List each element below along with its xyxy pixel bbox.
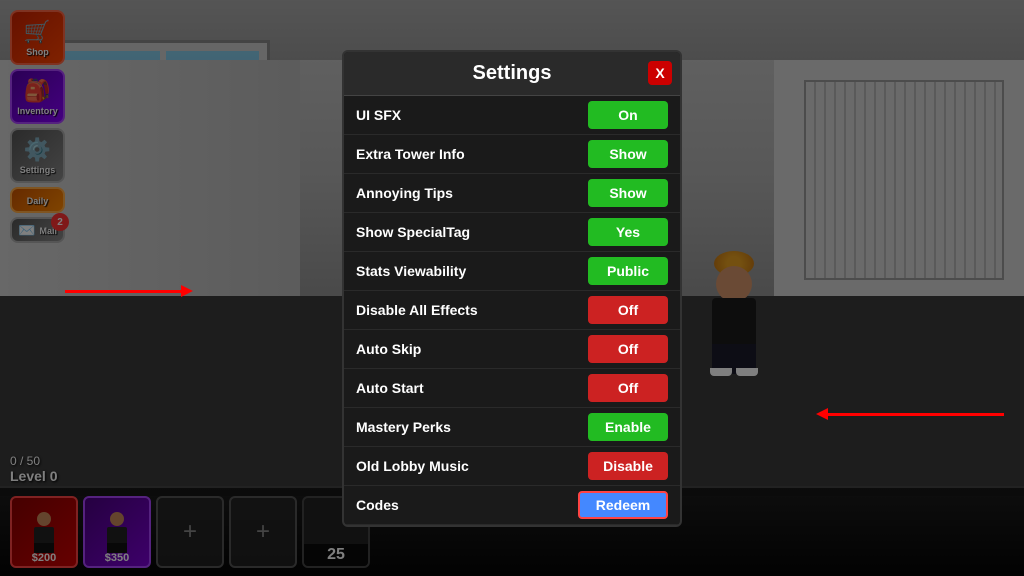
settings-row-btn-1[interactable]: Show <box>588 140 668 168</box>
close-button[interactable]: X <box>648 61 672 85</box>
settings-row-4: Stats Viewability Public <box>344 252 680 291</box>
settings-row-label-3: Show SpecialTag <box>356 224 470 240</box>
settings-row-0: UI SFX On <box>344 96 680 135</box>
settings-row-label-2: Annoying Tips <box>356 185 453 201</box>
settings-header: Settings X <box>344 52 680 96</box>
settings-row-label-10: Codes <box>356 497 399 513</box>
settings-row-btn-5[interactable]: Off <box>588 296 668 324</box>
settings-arrow <box>65 290 185 293</box>
settings-row-label-9: Old Lobby Music <box>356 458 469 474</box>
settings-row-9: Old Lobby Music Disable <box>344 447 680 486</box>
settings-row-btn-2[interactable]: Show <box>588 179 668 207</box>
settings-row-2: Annoying Tips Show <box>344 174 680 213</box>
redeem-arrow <box>824 413 1004 416</box>
settings-row-10: Codes Redeem <box>344 486 680 525</box>
settings-row-btn-0[interactable]: On <box>588 101 668 129</box>
settings-row-8: Mastery Perks Enable <box>344 408 680 447</box>
settings-row-1: Extra Tower Info Show <box>344 135 680 174</box>
settings-rows: UI SFXOnExtra Tower InfoShowAnnoying Tip… <box>344 96 680 525</box>
settings-row-label-8: Mastery Perks <box>356 419 451 435</box>
settings-row-label-4: Stats Viewability <box>356 263 466 279</box>
settings-row-btn-6[interactable]: Off <box>588 335 668 363</box>
settings-row-6: Auto Skip Off <box>344 330 680 369</box>
settings-row-btn-8[interactable]: Enable <box>588 413 668 441</box>
settings-row-label-5: Disable All Effects <box>356 302 478 318</box>
settings-row-btn-4[interactable]: Public <box>588 257 668 285</box>
modal-overlay: Settings X UI SFXOnExtra Tower InfoShowA… <box>0 0 1024 576</box>
settings-row-label-7: Auto Start <box>356 380 424 396</box>
settings-row-btn-3[interactable]: Yes <box>588 218 668 246</box>
settings-title: Settings <box>473 62 552 85</box>
settings-row-7: Auto Start Off <box>344 369 680 408</box>
settings-row-5: Disable All Effects Off <box>344 291 680 330</box>
settings-row-label-6: Auto Skip <box>356 341 421 357</box>
settings-row-btn-10[interactable]: Redeem <box>578 491 668 519</box>
settings-row-btn-7[interactable]: Off <box>588 374 668 402</box>
settings-modal: Settings X UI SFXOnExtra Tower InfoShowA… <box>342 50 682 527</box>
settings-row-3: Show SpecialTag Yes <box>344 213 680 252</box>
settings-row-label-1: Extra Tower Info <box>356 146 465 162</box>
settings-row-btn-9[interactable]: Disable <box>588 452 668 480</box>
settings-row-label-0: UI SFX <box>356 107 401 123</box>
